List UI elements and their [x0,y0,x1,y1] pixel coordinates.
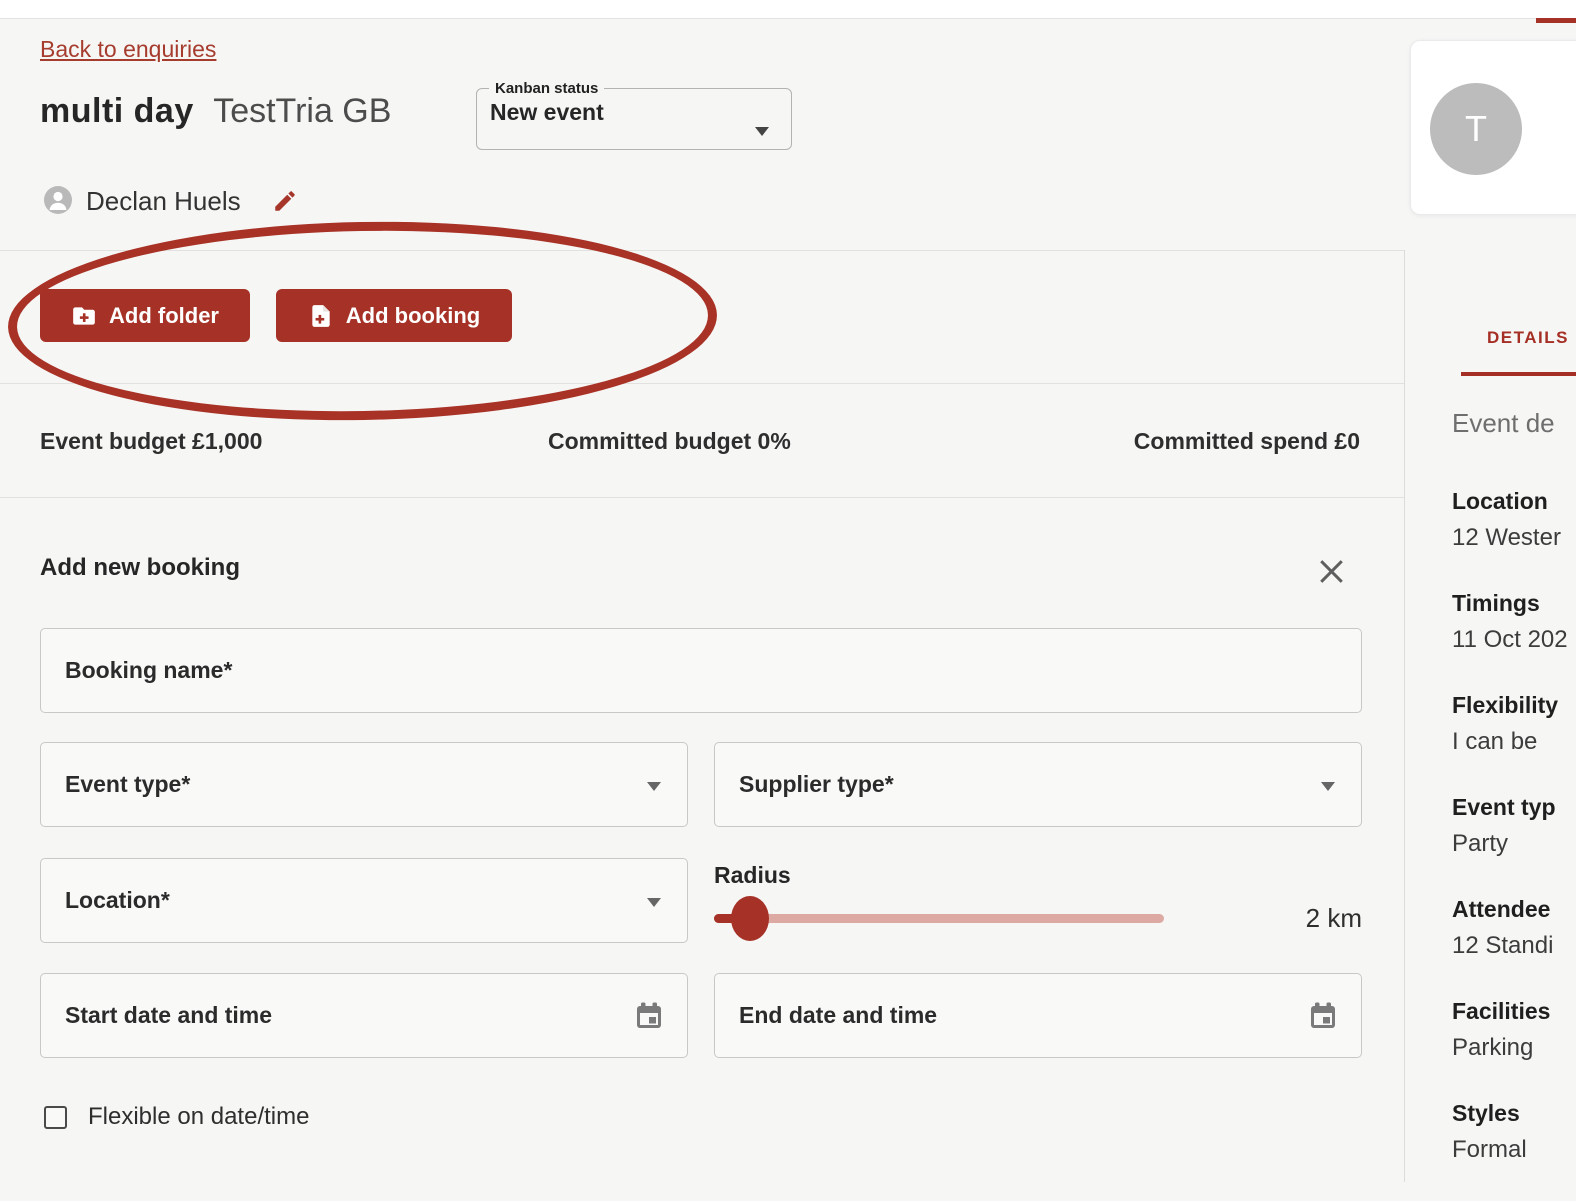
avatar: T [1430,83,1522,175]
folder-plus-icon [71,303,97,329]
form-heading: Add new booking [40,554,240,582]
booking-name-label: Booking name* [41,657,232,684]
details-section-location: Location 12 Wester [1452,487,1576,552]
location-select[interactable]: Location* [40,858,688,943]
add-folder-label: Add folder [109,303,219,329]
file-plus-icon [308,303,334,329]
calendar-icon [633,1000,665,1032]
details-section-facilities: Facilities Parking [1452,997,1576,1062]
section-title: Location [1452,487,1576,515]
chevron-down-icon [755,127,769,136]
tab-details-underline [1461,372,1576,376]
person-icon [44,186,72,214]
profile-card: T [1410,40,1576,215]
event-budget-text: Event budget £1,000 [40,428,262,455]
divider [0,497,1404,498]
committed-budget-text: Committed budget 0% [548,428,791,455]
details-section-styles: Styles Formal [1452,1099,1576,1164]
back-to-enquiries-link[interactable]: Back to enquiries [40,36,216,63]
chevron-down-icon [647,782,661,791]
radius-label: Radius [714,862,791,889]
tab-details[interactable]: DETAILS [1487,328,1569,348]
active-tab-indicator [1536,18,1576,23]
owner-avatar [44,186,72,214]
details-section-flexibility: Flexibility I can be [1452,691,1576,756]
kanban-status-select[interactable]: Kanban status New event [476,80,792,150]
supplier-type-select[interactable]: Supplier type* [714,742,1362,827]
end-date-field[interactable]: End date and time [714,973,1362,1058]
start-date-label: Start date and time [41,1002,272,1029]
add-booking-button[interactable]: Add booking [276,289,512,342]
radius-slider-track[interactable] [714,914,1164,923]
top-bar [0,0,1576,19]
chevron-down-icon [647,898,661,907]
details-heading: Event de [1452,408,1555,439]
details-sections: Location 12 Wester Timings 11 Oct 202 Fl… [1452,487,1576,1201]
event-type-label: Event type* [41,771,190,798]
kanban-status-label: Kanban status [489,80,604,97]
page-title: multi day TestTria GB [40,92,391,131]
radius-slider-thumb[interactable] [731,896,769,941]
committed-spend-text: Committed spend £0 [1134,428,1360,455]
details-section-attendees: Attendee 12 Standi [1452,895,1576,960]
section-value: Party [1452,830,1576,858]
event-type-select[interactable]: Event type* [40,742,688,827]
section-title: Flexibility [1452,691,1576,719]
page-title-secondary: TestTria GB [213,92,391,130]
start-date-field[interactable]: Start date and time [40,973,688,1058]
panel-divider [1404,250,1405,1182]
section-value: 11 Oct 202 [1452,626,1576,654]
section-title: Styles [1452,1099,1576,1127]
section-title: Attendee [1452,895,1576,923]
divider [0,250,1404,251]
supplier-type-label: Supplier type* [715,771,894,798]
section-value: I can be [1452,728,1576,756]
pencil-icon[interactable] [272,188,298,214]
end-date-label: End date and time [715,1002,937,1029]
flexible-checkbox[interactable] [44,1106,67,1129]
radius-value: 2 km [1306,903,1362,934]
add-folder-button[interactable]: Add folder [40,289,250,342]
kanban-status-value: New event [477,97,791,126]
page-title-primary: multi day [40,92,194,130]
calendar-icon [1307,1000,1339,1032]
section-value: 12 Wester [1452,524,1576,552]
section-value: Formal [1452,1136,1576,1164]
section-title: Timings [1452,589,1576,617]
details-section-timings: Timings 11 Oct 202 [1452,589,1576,654]
section-title: Event typ [1452,793,1576,821]
close-icon[interactable] [1318,558,1344,584]
owner-name: Declan Huels [86,186,241,217]
add-booking-label: Add booking [346,303,480,329]
booking-name-field[interactable]: Booking name* [40,628,1362,713]
section-value: Parking [1452,1034,1576,1062]
location-label: Location* [41,887,170,914]
section-value: 12 Standi [1452,932,1576,960]
flexible-checkbox-label: Flexible on date/time [88,1103,309,1131]
details-section-event-type: Event typ Party [1452,793,1576,858]
divider [0,383,1404,384]
chevron-down-icon [1321,782,1335,791]
section-title: Facilities [1452,997,1576,1025]
